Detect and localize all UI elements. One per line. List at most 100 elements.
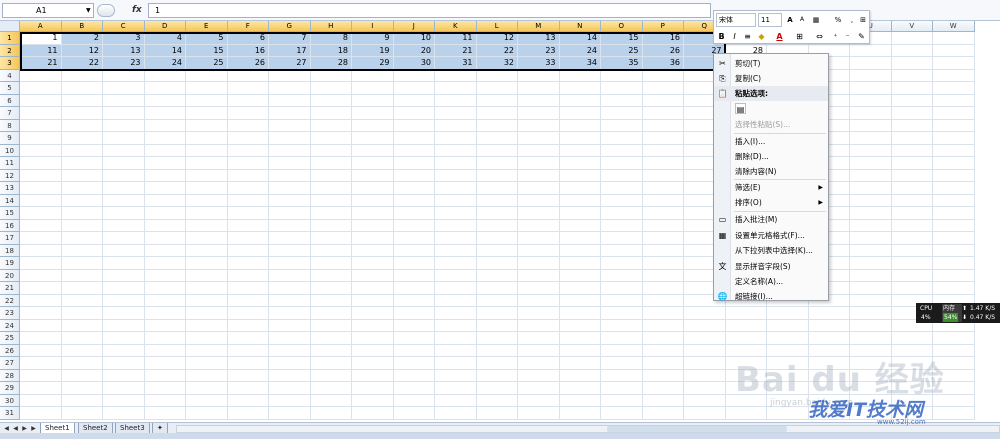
cell-j18[interactable] bbox=[393, 244, 435, 257]
cell-l9[interactable] bbox=[476, 132, 518, 145]
cell-w8[interactable] bbox=[933, 119, 975, 132]
cell-p12[interactable] bbox=[642, 169, 684, 182]
cell-l12[interactable] bbox=[476, 169, 518, 182]
cell-e5[interactable] bbox=[186, 82, 228, 95]
row-header-25[interactable]: 25 bbox=[0, 332, 20, 345]
cell-m27[interactable] bbox=[518, 357, 560, 370]
row-header-6[interactable]: 6 bbox=[0, 94, 20, 107]
cell-n10[interactable] bbox=[559, 144, 601, 157]
cell-q30[interactable] bbox=[684, 394, 726, 407]
cell-o27[interactable] bbox=[601, 357, 643, 370]
cell-h5[interactable] bbox=[310, 82, 352, 95]
row-header-22[interactable]: 22 bbox=[0, 294, 20, 307]
cell-d15[interactable] bbox=[144, 207, 186, 220]
cell-a26[interactable] bbox=[20, 344, 62, 357]
cell-p1[interactable]: 16 bbox=[642, 32, 684, 45]
format-cells-icon[interactable]: ⊞ bbox=[857, 13, 869, 27]
borders-icon[interactable]: ⊞ bbox=[794, 30, 805, 43]
cell-i21[interactable] bbox=[352, 282, 394, 295]
cell-f15[interactable] bbox=[227, 207, 269, 220]
cell-d22[interactable] bbox=[144, 294, 186, 307]
cell-u2[interactable] bbox=[850, 44, 892, 57]
cell-l19[interactable] bbox=[476, 257, 518, 270]
cell-p7[interactable] bbox=[642, 107, 684, 120]
context-menu-item-15[interactable]: 🌐 超链接(I)... bbox=[714, 289, 828, 304]
cell-f20[interactable] bbox=[227, 269, 269, 282]
cell-g12[interactable] bbox=[269, 169, 311, 182]
cell-f23[interactable] bbox=[227, 307, 269, 320]
cell-o16[interactable] bbox=[601, 219, 643, 232]
cell-o22[interactable] bbox=[601, 294, 643, 307]
cell-h11[interactable] bbox=[310, 157, 352, 170]
cell-l23[interactable] bbox=[476, 307, 518, 320]
column-header-k[interactable]: K bbox=[435, 21, 477, 32]
cell-c26[interactable] bbox=[103, 344, 145, 357]
cell-f7[interactable] bbox=[227, 107, 269, 120]
row-header-18[interactable]: 18 bbox=[0, 244, 20, 257]
cell-l8[interactable] bbox=[476, 119, 518, 132]
cell-h24[interactable] bbox=[310, 319, 352, 332]
cell-h26[interactable] bbox=[310, 344, 352, 357]
cell-h25[interactable] bbox=[310, 332, 352, 345]
cell-o28[interactable] bbox=[601, 369, 643, 382]
cell-e21[interactable] bbox=[186, 282, 228, 295]
cell-u11[interactable] bbox=[850, 157, 892, 170]
row-header-24[interactable]: 24 bbox=[0, 319, 20, 332]
cell-u24[interactable] bbox=[850, 319, 892, 332]
cell-k12[interactable] bbox=[435, 169, 477, 182]
cell-a22[interactable] bbox=[20, 294, 62, 307]
column-header-e[interactable]: E bbox=[186, 21, 228, 32]
cell-l21[interactable] bbox=[476, 282, 518, 295]
cell-j3[interactable]: 30 bbox=[393, 57, 435, 70]
cell-k1[interactable]: 11 bbox=[435, 32, 477, 45]
cell-l16[interactable] bbox=[476, 219, 518, 232]
cell-o9[interactable] bbox=[601, 132, 643, 145]
cell-f14[interactable] bbox=[227, 194, 269, 207]
cell-s23[interactable] bbox=[767, 307, 809, 320]
cell-n4[interactable] bbox=[559, 69, 601, 82]
cell-f8[interactable] bbox=[227, 119, 269, 132]
context-menu-item-14[interactable]: 定义名称(A)... bbox=[714, 274, 828, 289]
cell-c8[interactable] bbox=[103, 119, 145, 132]
cell-i7[interactable] bbox=[352, 107, 394, 120]
cell-o18[interactable] bbox=[601, 244, 643, 257]
cell-w19[interactable] bbox=[933, 257, 975, 270]
cell-w13[interactable] bbox=[933, 182, 975, 195]
cell-j12[interactable] bbox=[393, 169, 435, 182]
cell-e9[interactable] bbox=[186, 132, 228, 145]
cell-f5[interactable] bbox=[227, 82, 269, 95]
context-menu-item-10[interactable]: ▭ 插入批注(M) bbox=[714, 212, 828, 227]
cell-g11[interactable] bbox=[269, 157, 311, 170]
cell-j10[interactable] bbox=[393, 144, 435, 157]
cell-i20[interactable] bbox=[352, 269, 394, 282]
cell-k30[interactable] bbox=[435, 394, 477, 407]
cell-v3[interactable] bbox=[891, 57, 933, 70]
cell-f13[interactable] bbox=[227, 182, 269, 195]
cell-f11[interactable] bbox=[227, 157, 269, 170]
cell-m3[interactable]: 33 bbox=[518, 57, 560, 70]
cell-p23[interactable] bbox=[642, 307, 684, 320]
cell-o17[interactable] bbox=[601, 232, 643, 245]
cell-a9[interactable] bbox=[20, 132, 62, 145]
cell-i4[interactable] bbox=[352, 69, 394, 82]
cell-q26[interactable] bbox=[684, 344, 726, 357]
chevron-down-icon[interactable]: ▼ bbox=[86, 3, 91, 18]
cell-q25[interactable] bbox=[684, 332, 726, 345]
column-header-b[interactable]: B bbox=[61, 21, 103, 32]
cell-u22[interactable] bbox=[850, 294, 892, 307]
cell-b21[interactable] bbox=[61, 282, 103, 295]
cell-j15[interactable] bbox=[393, 207, 435, 220]
cell-c29[interactable] bbox=[103, 382, 145, 395]
cell-w20[interactable] bbox=[933, 269, 975, 282]
cell-k20[interactable] bbox=[435, 269, 477, 282]
cell-c27[interactable] bbox=[103, 357, 145, 370]
cell-o24[interactable] bbox=[601, 319, 643, 332]
cell-k11[interactable] bbox=[435, 157, 477, 170]
paste-option-icon[interactable]: ▤ bbox=[735, 103, 746, 114]
cell-c30[interactable] bbox=[103, 394, 145, 407]
cell-o2[interactable]: 25 bbox=[601, 44, 643, 57]
cell-i10[interactable] bbox=[352, 144, 394, 157]
cell-f4[interactable] bbox=[227, 69, 269, 82]
cell-m14[interactable] bbox=[518, 194, 560, 207]
cell-l18[interactable] bbox=[476, 244, 518, 257]
